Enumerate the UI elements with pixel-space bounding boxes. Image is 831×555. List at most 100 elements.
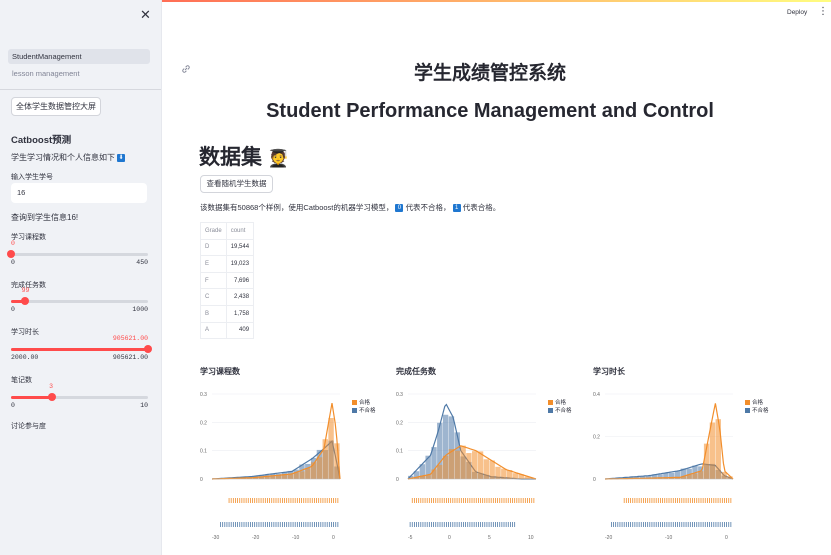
grade-cell: E — [200, 255, 227, 273]
histogram-bar — [495, 466, 501, 479]
catboost-heading: Catboost预测 — [11, 135, 72, 146]
dataset-heading: 数据集 🧑‍🎓 — [199, 141, 289, 171]
count-cell: 19,544 — [225, 238, 255, 257]
slider-range: 2000.00 905621.00 — [11, 354, 148, 361]
table-row: C 2,438 — [200, 288, 255, 306]
y-tick-label: 0.3 — [200, 392, 207, 398]
grade-cell: D — [200, 238, 227, 257]
legend-swatch — [548, 400, 553, 405]
slider-label-notes: 笔记数 — [11, 377, 32, 384]
histogram-bar — [698, 471, 704, 479]
sidebar-item-studentmanagement[interactable]: StudentManagement — [8, 49, 150, 64]
histogram-bar — [709, 422, 716, 479]
y-tick-label: 0.4 — [593, 392, 600, 398]
slider-thumb[interactable] — [48, 393, 57, 401]
slider-range: 0 10 — [11, 402, 148, 409]
slider-thumb[interactable] — [144, 345, 152, 353]
zero-badge: 0 — [395, 204, 404, 213]
dashboard-button[interactable]: 全体学生数据管控大屏 — [11, 97, 101, 116]
slider-label-study-time: 学习时长 — [11, 329, 39, 336]
x-tick-label: -20 — [605, 535, 612, 541]
close-icon[interactable]: ✕ — [140, 7, 151, 23]
chart-plot: 0.3 0.2 0.1 0 -30 -20 -10 0 合格不合格 — [200, 392, 376, 541]
count-cell: 409 — [225, 321, 255, 340]
link-icon[interactable] — [181, 64, 191, 74]
legend-swatch — [548, 408, 553, 413]
graduate-emoji-icon: 🧑‍🎓 — [267, 149, 290, 168]
histogram-bar — [442, 455, 449, 479]
y-tick-label: 0.3 — [396, 392, 403, 398]
chart-title: 学习时长 — [593, 367, 625, 376]
slider-min: 0 — [11, 259, 15, 266]
chart-courses: 学习课程数 0.3 0.2 0.1 0 -30 -20 -10 0 合格 不合格 — [200, 366, 390, 546]
table-row: A 409 — [200, 321, 255, 340]
histogram-bar — [460, 445, 466, 479]
slider-max: 10 — [140, 402, 148, 409]
desc-text-1: 该数据集有50868个样例，使用Catboost的机器学习模型， — [200, 203, 394, 212]
slider-max: 1000 — [132, 306, 148, 313]
x-tick-label: 0 — [448, 535, 451, 541]
found-student-text: 查询到学生信息16! — [11, 213, 79, 222]
x-tick-label: 0 — [332, 535, 335, 541]
desc-text-2: 代表不合格， — [405, 203, 451, 212]
slider-track — [11, 253, 148, 256]
table-header-grade: Grade — [200, 222, 227, 240]
student-id-input[interactable]: 16 — [11, 183, 147, 203]
random-student-button[interactable]: 查看随机学生数据 — [200, 175, 273, 193]
legend-swatch — [745, 408, 750, 413]
deploy-button[interactable]: Deploy — [787, 9, 807, 16]
chart-plot: 0.3 0.2 0.1 0 -5 0 5 10 合格不合格 — [396, 392, 572, 541]
histogram-bar — [466, 453, 472, 479]
slider-range: 0 450 — [11, 259, 148, 266]
kebab-menu-icon[interactable]: ⋮ — [818, 6, 828, 17]
count-cell: 7,696 — [225, 271, 255, 290]
x-tick-label: -30 — [212, 535, 219, 541]
y-tick-label: 0 — [200, 477, 203, 483]
table-row: B 1,758 — [200, 304, 255, 323]
page-title-cn: 学生成绩管控系统 — [413, 63, 566, 84]
slider-track — [11, 300, 148, 303]
legend-label: 合格 — [359, 398, 371, 406]
x-tick-label: 5 — [488, 535, 491, 541]
grade-cell: C — [200, 288, 227, 306]
chart-title: 完成任务数 — [396, 367, 436, 376]
x-tick-label: 0 — [725, 535, 728, 541]
histogram-bar — [715, 419, 721, 479]
slider-thumb[interactable] — [7, 250, 15, 258]
y-tick-label: 0.1 — [200, 449, 207, 455]
sidebar-divider — [0, 89, 161, 90]
histogram-bar — [287, 474, 294, 479]
student-id-label: 输入学生学号 — [11, 174, 53, 181]
count-cell: 1,758 — [225, 304, 255, 323]
one-badge: 1 — [452, 204, 461, 213]
histogram-bar — [501, 468, 507, 479]
page-title-en: Student Performance Management and Contr… — [266, 100, 714, 122]
table-row: D 19,544 — [200, 238, 255, 257]
sidebar: ✕ StudentManagement lesson management 全体… — [0, 0, 162, 555]
y-tick-label: 0 — [593, 477, 596, 483]
slider-max: 450 — [136, 259, 148, 266]
histogram-bar — [472, 451, 478, 479]
slider-min: 0 — [11, 306, 15, 313]
histogram-bar — [316, 457, 323, 479]
y-tick-label: 0.1 — [396, 449, 403, 455]
table-header-count: count — [225, 222, 255, 240]
sidebar-item-lesson-management[interactable]: lesson management — [12, 69, 80, 78]
desc-text-3: 代表合格。 — [462, 203, 501, 212]
histogram-bar — [328, 418, 334, 479]
count-cell: 19,023 — [225, 255, 255, 273]
histogram-bar — [270, 476, 276, 479]
grade-cell: B — [200, 304, 227, 323]
histogram-bar — [692, 473, 698, 479]
slider-value: 905621.00 — [112, 335, 148, 342]
student-info-text: 学生学习情况和个人信息如下 ⬇ — [11, 152, 125, 163]
chart-tasks: 完成任务数 0.3 0.2 0.1 0 -5 0 5 10 合格 不合格 — [396, 366, 586, 546]
chart-plot: 0.4 0.2 0 -20 -10 0 合格不合格 — [593, 392, 769, 541]
x-tick-label: 10 — [528, 535, 534, 541]
legend-swatch — [745, 400, 750, 405]
dataset-heading-text: 数据集 — [199, 146, 262, 169]
slider-min: 2000.00 — [11, 354, 39, 361]
slider-min: 0 — [11, 402, 15, 409]
student-info-label: 学生学习情况和个人信息如下 — [11, 153, 115, 162]
slider-thumb[interactable] — [20, 297, 29, 305]
